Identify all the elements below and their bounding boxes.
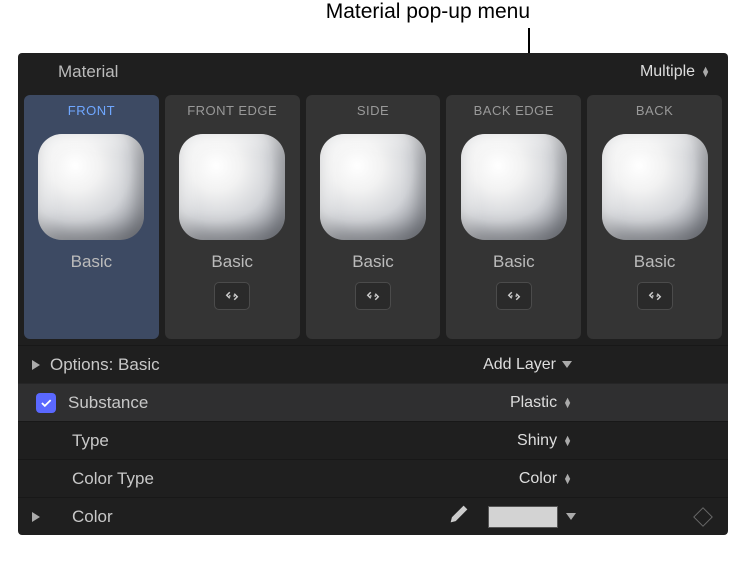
color-controls	[448, 503, 576, 530]
material-preview-icon	[461, 134, 567, 240]
material-panel: Material Multiple ▲▼ Front Basic Front E…	[18, 53, 728, 535]
unlink-button[interactable]	[214, 282, 250, 310]
colortype-popup[interactable]: Color ▲▼	[519, 470, 572, 488]
facet-material-name: Basic	[352, 252, 394, 272]
unlink-button[interactable]	[637, 282, 673, 310]
substance-label: Substance	[68, 393, 510, 413]
popup-caret-icon: ▲▼	[563, 436, 572, 446]
material-popup-menu[interactable]: Multiple ▲▼	[640, 63, 710, 81]
disclosure-triangle-icon[interactable]	[32, 360, 40, 370]
facet-material-name: Basic	[71, 252, 113, 272]
color-label: Color	[72, 507, 448, 527]
facet-front[interactable]: Front Basic	[24, 95, 159, 339]
facet-label-top: Side	[357, 103, 389, 118]
color-swatch	[488, 506, 558, 528]
row-type: Type Shiny ▲▼	[18, 421, 728, 459]
facet-side[interactable]: Side Basic	[306, 95, 441, 339]
type-popup[interactable]: Shiny ▲▼	[517, 432, 572, 450]
facet-label-top: Front	[68, 103, 115, 118]
material-preview-icon	[320, 134, 426, 240]
material-facets-row: Front Basic Front Edge Basic Side Basic …	[18, 91, 728, 345]
chevron-down-icon	[562, 361, 572, 368]
options-label: Options: Basic	[50, 355, 483, 375]
facet-front-edge[interactable]: Front Edge Basic	[165, 95, 300, 339]
callout-label: Material pop-up menu	[250, 0, 530, 24]
facet-back[interactable]: Back Basic	[587, 95, 722, 339]
color-well[interactable]	[488, 506, 576, 528]
facet-label-top: Back	[636, 103, 673, 118]
popup-caret-icon: ▲▼	[563, 474, 572, 484]
row-color-type: Color Type Color ▲▼	[18, 459, 728, 497]
disclosure-triangle-icon[interactable]	[32, 512, 40, 522]
keyframe-diamond-icon[interactable]	[693, 507, 713, 527]
colortype-value: Color	[519, 470, 557, 488]
panel-header: Material Multiple ▲▼	[18, 53, 728, 91]
material-popup-value: Multiple	[640, 63, 695, 81]
facet-material-name: Basic	[493, 252, 535, 272]
row-options: Options: Basic Add Layer	[18, 345, 728, 383]
material-preview-icon	[602, 134, 708, 240]
unlink-button[interactable]	[355, 282, 391, 310]
type-label: Type	[72, 431, 517, 451]
substance-checkbox[interactable]	[36, 393, 56, 413]
row-substance: Substance Plastic ▲▼	[18, 383, 728, 421]
substance-value: Plastic	[510, 394, 557, 412]
row-color: Color	[18, 497, 728, 535]
material-preview-icon	[179, 134, 285, 240]
chevron-down-icon	[566, 513, 576, 520]
add-layer-label: Add Layer	[483, 356, 556, 374]
eyedropper-icon[interactable]	[448, 503, 470, 530]
popup-caret-icon: ▲▼	[701, 67, 710, 77]
facet-back-edge[interactable]: Back Edge Basic	[446, 95, 581, 339]
substance-popup[interactable]: Plastic ▲▼	[510, 394, 572, 412]
colortype-label: Color Type	[72, 469, 519, 489]
material-preview-icon	[38, 134, 144, 240]
panel-title: Material	[58, 62, 118, 82]
type-value: Shiny	[517, 432, 557, 450]
add-layer-menu[interactable]: Add Layer	[483, 356, 572, 374]
facet-label-top: Back Edge	[474, 103, 554, 118]
facet-label-top: Front Edge	[187, 103, 277, 118]
unlink-button[interactable]	[496, 282, 532, 310]
facet-material-name: Basic	[211, 252, 253, 272]
popup-caret-icon: ▲▼	[563, 398, 572, 408]
facet-material-name: Basic	[634, 252, 676, 272]
